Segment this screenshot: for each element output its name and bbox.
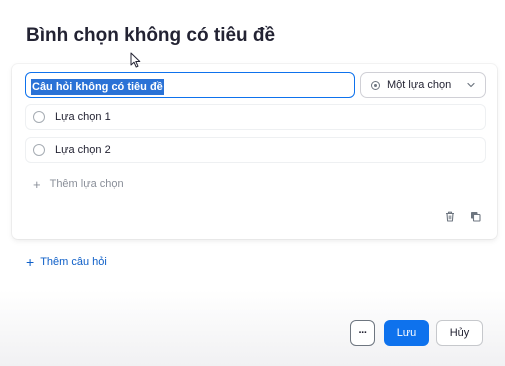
radio-selected-icon <box>371 80 380 90</box>
save-label: Lưu <box>396 327 417 339</box>
plus-icon: + <box>33 176 41 192</box>
more-options-label: ··· <box>358 327 368 339</box>
mouse-pointer-icon <box>130 52 141 68</box>
poll-title[interactable]: Bình chọn không có tiêu đề <box>26 25 275 47</box>
save-button[interactable]: Lưu <box>384 320 429 346</box>
plus-icon: + <box>26 254 35 270</box>
add-option-button[interactable]: + Thêm lựa chọn <box>25 171 486 197</box>
copy-icon <box>470 211 481 222</box>
question-text-selected[interactable]: Câu hỏi không có tiêu đề <box>31 79 164 95</box>
radio-empty-icon <box>33 111 45 123</box>
question-input[interactable]: Câu hỏi không có tiêu đề <box>25 72 355 98</box>
delete-question-button[interactable] <box>443 209 457 223</box>
option-row-1[interactable]: Lựa chọn 1 <box>25 104 486 130</box>
add-question-label: Thêm câu hỏi <box>40 256 107 268</box>
option-label[interactable]: Lựa chọn 2 <box>55 144 111 156</box>
add-question-button[interactable]: + Thêm câu hỏi <box>26 254 107 270</box>
duplicate-question-button[interactable] <box>468 209 482 223</box>
answer-type-dropdown[interactable]: Một lựa chọn <box>360 72 486 98</box>
option-row-2[interactable]: Lựa chọn 2 <box>25 137 486 163</box>
cancel-label: Hủy <box>449 327 470 339</box>
cancel-button[interactable]: Hủy <box>436 320 483 346</box>
poll-editor-window: Bình chọn không có tiêu đề Câu hỏi không… <box>0 0 505 366</box>
answer-type-label: Một lựa chọn <box>387 79 452 91</box>
radio-empty-icon <box>33 144 45 156</box>
chevron-down-icon <box>467 82 475 88</box>
trash-icon <box>446 211 454 222</box>
question-card: Câu hỏi không có tiêu đề Một lựa chọn Lự… <box>12 64 497 239</box>
add-option-label: Thêm lựa chọn <box>49 178 124 190</box>
option-label[interactable]: Lựa chọn 1 <box>55 111 111 123</box>
more-options-button[interactable]: ··· <box>350 320 375 346</box>
